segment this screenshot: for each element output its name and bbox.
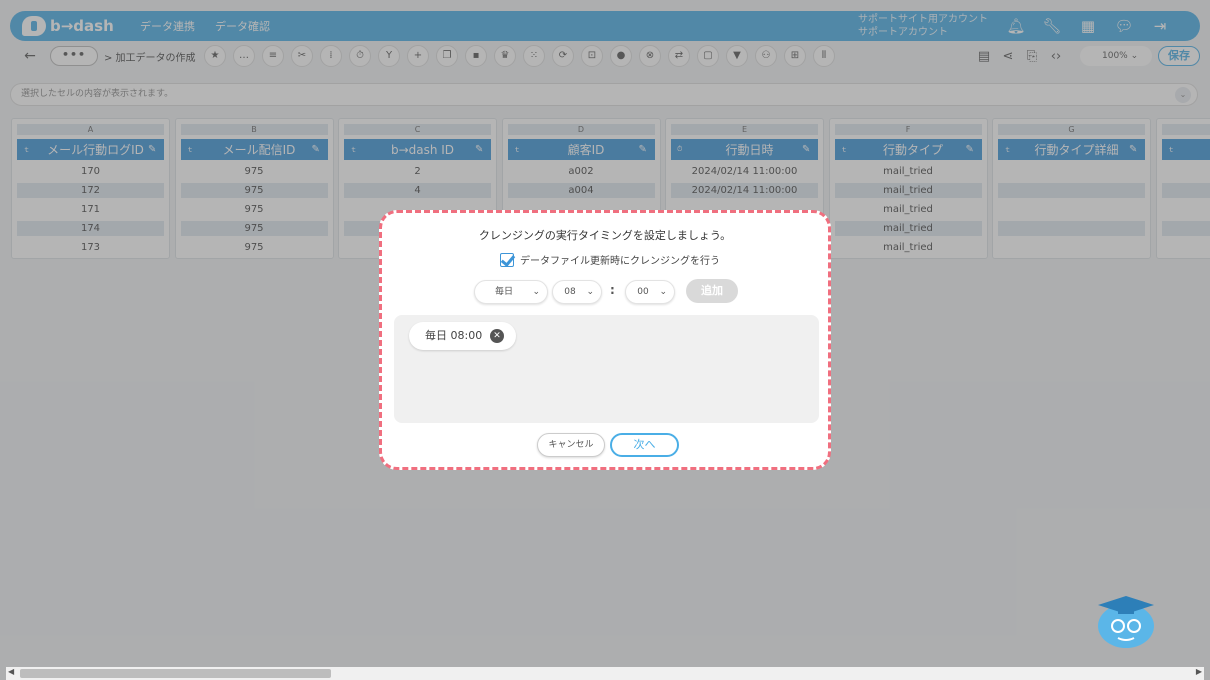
- cancel-button[interactable]: キャンセル: [537, 433, 605, 457]
- chevron-down-icon: ⌄: [586, 287, 594, 297]
- add-schedule-button[interactable]: 追加: [686, 279, 738, 303]
- mascot-icon[interactable]: [1096, 592, 1158, 652]
- scroll-thumb[interactable]: [20, 669, 331, 678]
- scroll-left-icon[interactable]: ◀: [8, 667, 14, 676]
- close-icon[interactable]: ✕: [490, 329, 504, 343]
- next-button[interactable]: 次へ: [610, 433, 679, 457]
- horizontal-scrollbar[interactable]: ◀ ▶: [6, 667, 1204, 680]
- schedule-chip: 毎日 08:00 ✕: [409, 322, 516, 350]
- schedule-list: 毎日 08:00 ✕: [394, 315, 819, 423]
- frequency-select[interactable]: 毎日 ⌄: [474, 280, 548, 304]
- cleansing-schedule-dialog: クレンジングの実行タイミングを設定しましょう。 データファイル更新時にクレンジン…: [379, 210, 831, 470]
- schedule-chip-label: 毎日 08:00: [425, 329, 483, 342]
- chevron-down-icon: ⌄: [532, 287, 540, 297]
- hour-select[interactable]: 08 ⌄: [552, 280, 602, 304]
- scroll-right-icon[interactable]: ▶: [1196, 667, 1202, 676]
- time-separator: :: [610, 283, 615, 297]
- minute-select[interactable]: 00 ⌄: [625, 280, 675, 304]
- chevron-down-icon: ⌄: [659, 287, 667, 297]
- checkbox-checked-icon[interactable]: [500, 252, 514, 267]
- update-cleansing-option[interactable]: データファイル更新時にクレンジングを行う: [500, 252, 720, 267]
- checkbox-label: データファイル更新時にクレンジングを行う: [520, 256, 720, 267]
- dialog-title: クレンジングの実行タイミングを設定しましょう。: [478, 229, 732, 242]
